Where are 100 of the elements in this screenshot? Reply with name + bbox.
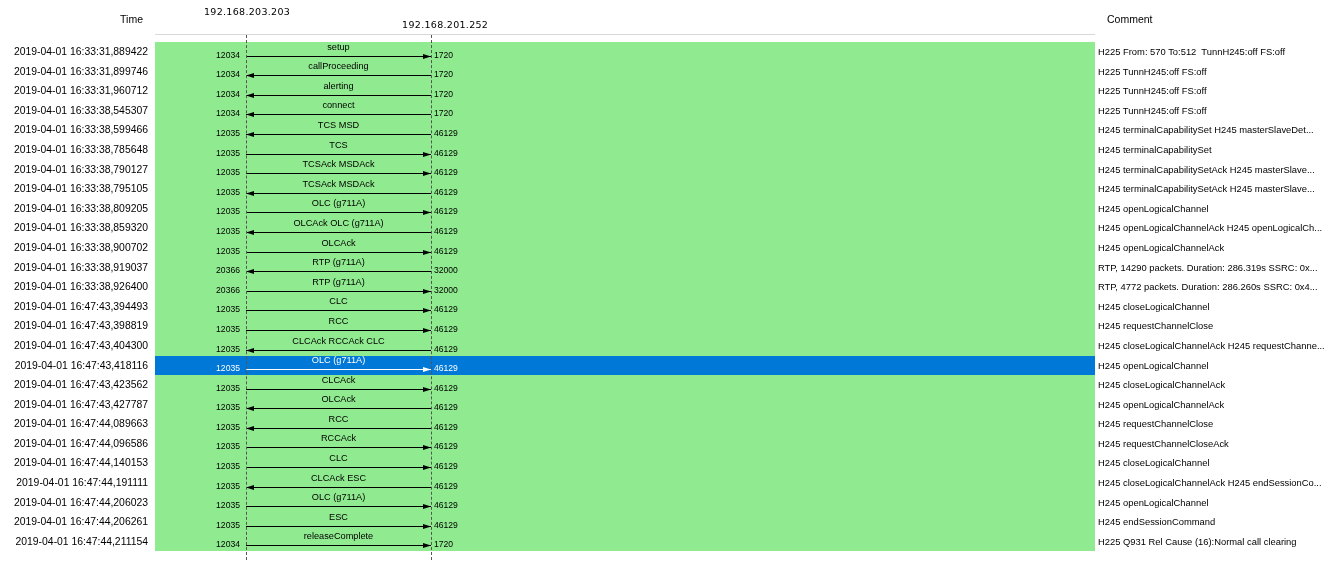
flow-row[interactable]: 12035 OLC (g711A) 46129 [155,198,1095,219]
message-label: alerting [323,80,354,92]
flow-row[interactable]: 12035 CLC 46129 [155,296,1095,317]
flow-row[interactable]: 12035 CLCAck ESC 46129 [155,473,1095,493]
source-port: 12035 [215,421,240,434]
flow-row[interactable]: 12035 RCCAck 46129 [155,433,1095,454]
destination-port: 46129 [434,225,458,238]
time-cell-text: 2019-04-01 16:33:38,926400 [12,280,148,295]
flow-row[interactable]: 12034 connect 1720 [155,100,1095,121]
comment-cell-text: H245 openLogicalChannelAck [1097,240,1225,255]
source-port: 12035 [215,519,240,532]
flow-row[interactable]: 12035 RCC 46129 [155,316,1095,336]
destination-port: 1720 [434,49,454,62]
host-address: 192.168.203.203 [204,6,291,17]
comment-cell-text: H245 endSessionCommand [1097,515,1216,530]
flow-row[interactable]: 12035 TCS MSD 46129 [155,120,1095,140]
destination-port: 1720 [434,539,454,552]
comment-cell-text: H245 openLogicalChannel [1097,358,1209,373]
host-address: 192.168.201.252 [402,19,489,30]
flow-row[interactable]: 12034 callProceeding 1720 [155,61,1095,82]
time-cell-text: 2019-04-01 16:33:38,795105 [12,182,148,197]
time-cell-text: 2019-04-01 16:33:38,809205 [12,201,148,216]
destination-port: 46129 [434,519,458,532]
comment-cell-text: H245 closeLogicalChannel [1097,456,1210,471]
message-label: RTP (g711A) [312,257,365,269]
destination-port: 32000 [434,284,458,297]
source-port: 12034 [215,88,240,101]
time-cell-text: 2019-04-01 16:47:43,427787 [12,397,148,412]
time-cell-text: 2019-04-01 16:47:44,206023 [12,495,148,510]
source-port: 12035 [215,127,240,140]
source-port: 12035 [215,480,240,493]
message-label: CLC [329,296,348,308]
message-label: CLC [329,453,348,465]
time-cell-text: 2019-04-01 16:47:44,140153 [12,456,148,471]
time-cell-text: 2019-04-01 16:33:38,599466 [12,123,148,138]
comment-cell-text: H245 closeLogicalChannelAck H245 requestChanne... [1097,338,1325,353]
message-label: OLC (g711A) [311,198,366,210]
comment-cell-text: H245 openLogicalChannelAck [1097,397,1225,412]
source-port: 12034 [215,49,240,62]
destination-port: 46129 [434,186,458,199]
flow-row[interactable]: 12035 OLCAck 46129 [155,237,1095,258]
time-cell-text: 2019-04-01 16:47:43,398819 [12,319,148,334]
time-cell-text: 2019-04-01 16:33:38,900702 [12,240,148,255]
destination-port: 1720 [434,69,454,82]
comment-cell-text: H245 openLogicalChannel [1097,201,1209,216]
comment-cell-text: H245 requestChannelClose [1097,319,1214,334]
source-port: 12035 [215,147,240,160]
time-cell-text: 2019-04-01 16:47:44,211154 [14,534,148,549]
time-cell-text: 2019-04-01 16:33:38,919037 [12,260,148,275]
message-label: RCCAck [320,433,357,445]
flow-row[interactable]: 20366 RTP (g711A) 32000 [155,257,1095,278]
message-label: releaseComplete [303,531,374,543]
comment-cell-text: H245 requestChannelCloseAck [1097,436,1229,451]
source-port: 12035 [215,206,240,219]
message-label: OLCAck [321,237,356,249]
flow-row[interactable]: 12035 ESC 46129 [155,512,1095,532]
comment-cell-text: H245 closeLogicalChannel [1097,299,1210,314]
destination-port: 46129 [434,343,458,356]
flow-row[interactable]: 12035 RCC 46129 [155,414,1095,434]
time-cell-text: 2019-04-01 16:47:44,191111 [15,476,148,491]
message-label: TCSAck MSDAck [302,159,375,171]
message-label: OLCAck OLC (g711A) [293,217,384,229]
flow-row[interactable]: 12035 CLCAck RCCAck CLC 46129 [155,335,1095,356]
flow-row[interactable]: 12035 CLC 46129 [155,453,1095,474]
flow-row[interactable]: 12034 releaseComplete 1720 [155,531,1095,552]
message-label: TCSAck MSDAck [302,178,375,190]
comment-cell-text: H245 closeLogicalChannelAck [1097,378,1226,393]
message-label: RCC [328,413,349,425]
flow-row[interactable]: 12035 OLC (g711A) 46129 [155,355,1095,376]
flow-row[interactable]: 12035 TCS 46129 [155,139,1095,160]
time-cell-text: 2019-04-01 16:33:38,859320 [12,221,148,236]
flow-row[interactable]: 12035 OLCAck OLC (g711A) 46129 [155,218,1095,238]
source-port: 12035 [215,461,240,474]
destination-port: 46129 [434,421,458,434]
time-cell-text: 2019-04-01 16:47:43,394493 [12,299,148,314]
flow-row[interactable]: 12035 TCSAck MSDAck 46129 [155,179,1095,199]
flow-row[interactable]: 12035 OLCAck 46129 [155,394,1095,415]
flow-row[interactable]: 12034 alerting 1720 [155,81,1095,101]
comment-cell-text: H245 terminalCapabilitySetAck H245 masterSlave... [1097,182,1315,197]
destination-port: 1720 [434,88,454,101]
flow-row[interactable]: 12034 setup 1720 [155,42,1095,62]
source-port: 12035 [215,167,240,180]
time-cell-text: 2019-04-01 16:33:38,790127 [12,162,148,177]
source-port: 12035 [215,402,240,415]
destination-port: 46129 [434,441,458,454]
message-label: connect [322,100,355,112]
destination-port: 46129 [434,363,458,376]
time-cell-text: 2019-04-01 16:47:43,418116 [13,358,148,373]
time-cell-text: 2019-04-01 16:47:44,206261 [12,515,148,530]
source-port: 12035 [215,225,240,238]
message-label: CLCAck ESC [310,472,367,484]
time-column-header: Time [119,12,143,27]
flow-row[interactable]: 12035 TCSAck MSDAck 46129 [155,159,1095,180]
destination-port: 46129 [434,206,458,219]
flow-row[interactable]: 12035 OLC (g711A) 46129 [155,492,1095,513]
source-port: 12034 [215,108,240,121]
flow-row[interactable]: 12035 CLCAck 46129 [155,375,1095,395]
destination-port: 46129 [434,461,458,474]
destination-port: 46129 [434,304,458,317]
flow-row[interactable]: 20366 RTP (g711A) 32000 [155,277,1095,297]
